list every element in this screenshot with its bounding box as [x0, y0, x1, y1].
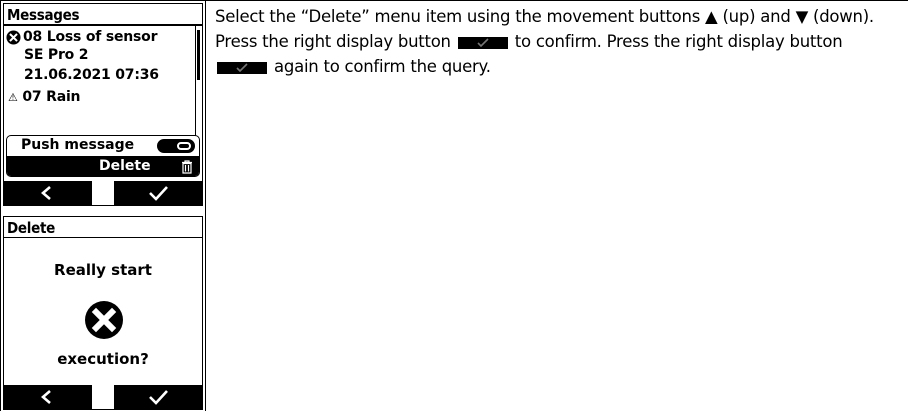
instruction-part3: again to confirm the query. [274, 57, 491, 76]
context-menu: Push message Delete [6, 135, 200, 177]
checkmark-icon [236, 63, 248, 73]
checkmark-icon [149, 390, 168, 405]
error-x-icon [6, 30, 21, 45]
menu-item-push-message[interactable]: Push message [7, 136, 199, 156]
checkmark-icon [477, 38, 489, 48]
confirm-button[interactable] [114, 181, 202, 205]
scrollbar-thumb[interactable] [197, 30, 200, 80]
chevron-left-icon [41, 186, 51, 200]
trash-icon [182, 160, 192, 174]
next-message-text: 07 Rain [22, 89, 81, 105]
menu-item-label: Push message [21, 137, 135, 153]
confirm-question-line1: Really start [54, 261, 152, 279]
confirm-question-line2: execution? [57, 350, 149, 368]
softkey-bar [4, 181, 202, 205]
instruction-text: Select the “Delete” menu item using the … [215, 4, 895, 79]
warning-icon: ⚠ [8, 91, 18, 104]
display-button-icon [457, 37, 508, 49]
display-button-icon [217, 62, 267, 74]
message-timestamp: 21.06.2021 07:36 [24, 67, 159, 83]
screen-title: Delete [7, 219, 55, 237]
message-source: SE Pro 2 [24, 47, 89, 63]
messages-screen: Messages 08 Loss of sensor SE Pro 2 21.0… [3, 3, 203, 206]
toggle-knob [177, 142, 191, 150]
cancel-x-icon [85, 301, 123, 339]
back-button[interactable] [4, 385, 92, 409]
menu-item-delete[interactable]: Delete [7, 156, 199, 176]
next-message-partial: ⚠ 07 Rain [8, 89, 81, 105]
confirm-button[interactable] [114, 385, 202, 409]
toggle-switch[interactable] [157, 139, 195, 153]
back-button[interactable] [4, 181, 92, 205]
table-border-left [0, 0, 1, 411]
table-column-divider [205, 0, 206, 411]
message-list[interactable]: 08 Loss of sensor SE Pro 2 21.06.2021 07… [4, 26, 194, 134]
delete-confirm-screen: Delete Really start execution? [3, 216, 203, 410]
screen-title: Messages [7, 6, 80, 24]
instruction-part2: to confirm. Press the right display butt… [514, 32, 843, 51]
checkmark-icon [149, 186, 168, 201]
table-border-top [0, 0, 908, 1]
softkey-bar [4, 385, 202, 409]
chevron-left-icon [41, 390, 51, 404]
title-divider [4, 237, 202, 238]
message-title: 08 Loss of sensor [23, 29, 158, 45]
menu-item-label: Delete [99, 158, 151, 174]
